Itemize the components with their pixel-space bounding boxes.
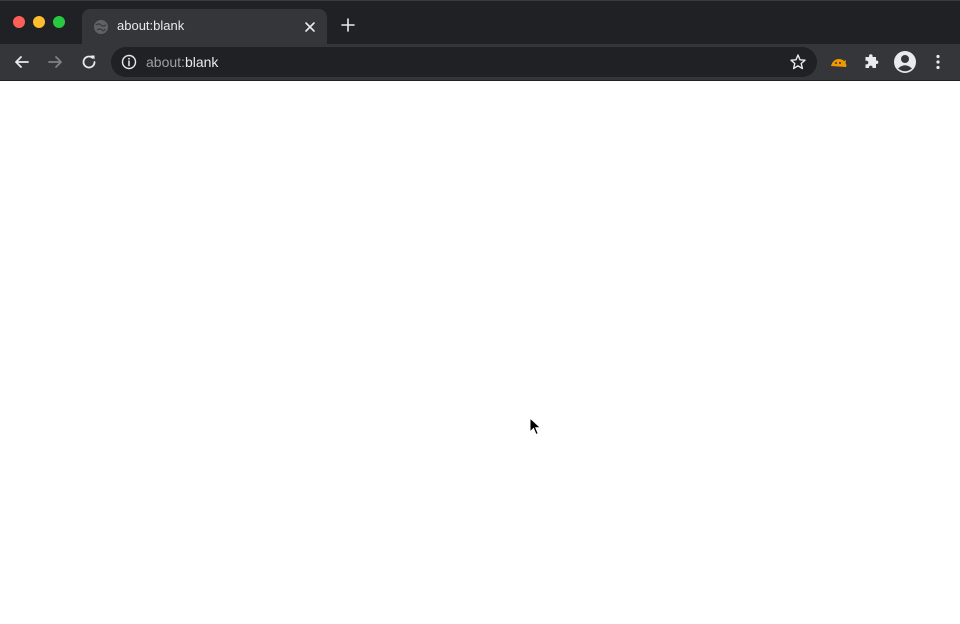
back-button[interactable]: [12, 52, 32, 72]
page-content[interactable]: [0, 81, 960, 624]
url-host: blank: [184, 54, 219, 70]
toolbar: about:blank: [0, 44, 960, 81]
tab-close-icon[interactable]: [302, 19, 318, 35]
browser-window: about:blank about:blank: [0, 0, 960, 624]
puzzle-icon[interactable]: [862, 52, 882, 72]
tab-about-blank[interactable]: about:blank: [82, 9, 327, 45]
tab-title: about:blank: [117, 18, 185, 33]
kebab-menu-icon[interactable]: [928, 52, 948, 72]
reload-button[interactable]: [79, 52, 99, 72]
window-close-button[interactable]: [13, 16, 25, 28]
url-scheme: about:: [146, 54, 185, 70]
new-tab-button[interactable]: [340, 17, 356, 33]
cat-extension-icon[interactable]: [829, 52, 849, 72]
star-icon[interactable]: [789, 53, 807, 71]
info-icon[interactable]: [121, 54, 137, 70]
globe-icon: [94, 20, 108, 34]
window-minimize-button[interactable]: [33, 16, 45, 28]
account-circle-icon[interactable]: [893, 50, 917, 74]
mouse-cursor-icon: [529, 417, 542, 436]
forward-button[interactable]: [45, 52, 65, 72]
url-text[interactable]: about:blank: [146, 54, 218, 70]
tab-strip: about:blank: [0, 0, 960, 45]
address-bar[interactable]: about:blank: [111, 47, 817, 77]
window-maximize-button[interactable]: [53, 16, 65, 28]
